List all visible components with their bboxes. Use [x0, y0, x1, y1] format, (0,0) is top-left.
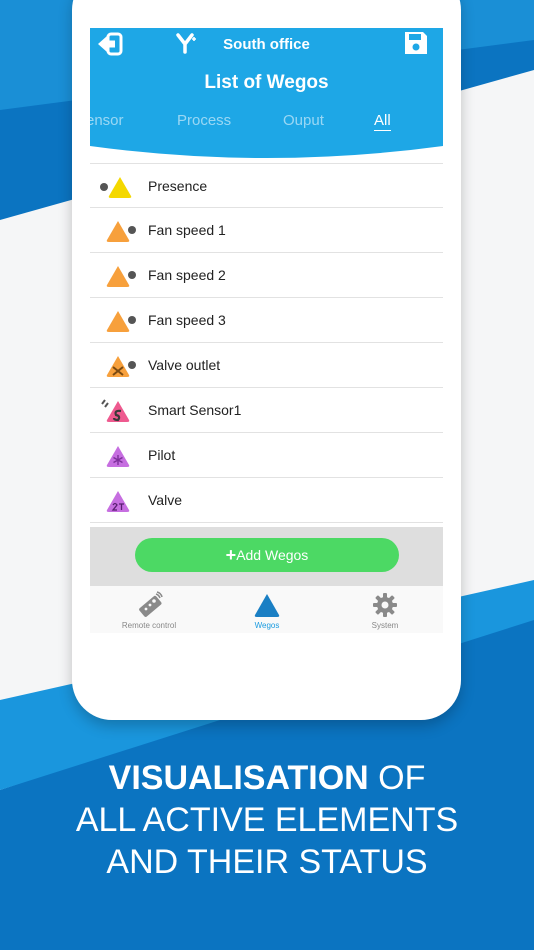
wego-label: Fan speed 1: [148, 222, 226, 238]
plus-icon: +: [225, 545, 237, 565]
orange-triangle-valve-icon: [106, 356, 136, 377]
list-item[interactable]: Pilot: [90, 433, 443, 478]
wego-label: Valve: [148, 492, 182, 508]
list-item[interactable]: Fan speed 2: [90, 253, 443, 298]
list-item[interactable]: Smart Sensor1: [90, 388, 443, 433]
list-item[interactable]: Fan speed 1: [90, 208, 443, 253]
app-screen: South office List of Wegos ensor Process…: [90, 28, 443, 633]
wego-label: Fan speed 3: [148, 312, 226, 328]
tab-all[interactable]: All: [374, 112, 391, 131]
gear-icon: [373, 593, 397, 617]
remote-control-icon: [139, 591, 163, 617]
add-wegos-button[interactable]: +Add Wegos: [135, 538, 399, 572]
promo-text: VISUALISATION OF ALL ACTIVE ELEMENTS AND…: [0, 757, 534, 883]
promo-bold: VISUALISATION: [108, 759, 369, 797]
wego-label: Fan speed 2: [148, 267, 226, 283]
orange-triangle-output-icon: [106, 266, 136, 287]
purple-triangle-2t-icon: [106, 491, 130, 512]
wego-label: Valve outlet: [148, 357, 221, 373]
list-item[interactable]: Fan speed 3: [90, 298, 443, 343]
pink-triangle-smart-sensor-icon: [101, 399, 130, 422]
orange-triangle-output-icon: [106, 311, 136, 332]
yellow-triangle-sensor-icon: [100, 177, 132, 198]
nav-label-wegos: Wegos: [254, 621, 280, 630]
promo-line-1: VISUALISATION OF: [0, 757, 534, 799]
add-bar: +Add Wegos: [90, 527, 443, 586]
tab-process[interactable]: Process: [177, 112, 231, 129]
page-title: List of Wegos: [204, 72, 329, 93]
add-wegos-label: Add Wegos: [236, 547, 309, 563]
filter-tabs: ensor Process Ouput All: [90, 112, 443, 134]
nav-label-system: System: [371, 621, 399, 630]
wego-label: Presence: [148, 178, 208, 194]
list-item[interactable]: Valve outlet: [90, 343, 443, 388]
office-name: South office: [223, 36, 310, 53]
promo-line-3: AND THEIR STATUS: [106, 843, 428, 881]
app-header: South office List of Wegos ensor Process…: [90, 28, 443, 163]
wego-label: Smart Sensor1: [148, 402, 242, 418]
promo-of: OF: [368, 759, 426, 797]
nav-label-remote: Remote control: [121, 621, 177, 630]
wego-label: Pilot: [148, 447, 176, 463]
list-item[interactable]: Presence: [90, 163, 443, 208]
orange-triangle-output-icon: [106, 221, 136, 242]
wego-list: Presence Fan speed 1 Fan speed 2 Fan spe…: [90, 163, 443, 523]
tab-sensor[interactable]: ensor: [90, 112, 124, 129]
bottom-nav: Remote control Wegos System: [90, 586, 443, 633]
promo-line-2: ALL ACTIVE ELEMENTS: [75, 801, 459, 839]
wegos-triangle-icon: [254, 594, 280, 617]
list-item[interactable]: Valve: [90, 478, 443, 523]
nav-wegos[interactable]: Wegos: [208, 586, 326, 633]
tab-output[interactable]: Ouput: [283, 112, 324, 129]
save-icon[interactable]: [403, 30, 429, 56]
nav-system[interactable]: System: [326, 586, 443, 633]
purple-triangle-pilot-icon: [106, 446, 130, 467]
nav-remote-control[interactable]: Remote control: [90, 586, 208, 633]
